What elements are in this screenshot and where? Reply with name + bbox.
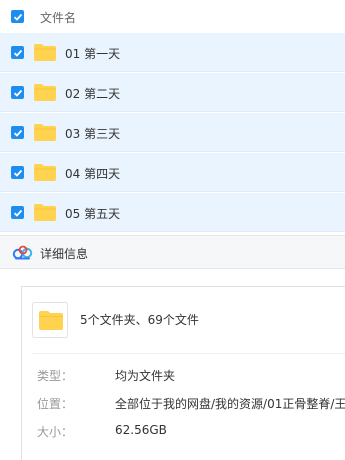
file-row[interactable]: 03 第三天 bbox=[0, 113, 345, 152]
select-all-checkbox[interactable] bbox=[11, 10, 24, 23]
folder-icon bbox=[34, 124, 56, 141]
filename-column-header[interactable]: 文件名 bbox=[40, 9, 76, 26]
file-row[interactable]: 02 第二天 bbox=[0, 73, 345, 112]
selection-summary: 5个文件夹、69个文件 bbox=[80, 313, 199, 327]
file-name[interactable]: 05 第五天 bbox=[65, 205, 120, 222]
detail-panel: 5个文件夹、69个文件 类型： 均为文件夹 位置： 全部位于我的网盘/我的资源/… bbox=[21, 286, 345, 460]
detail-key: 位置： bbox=[37, 397, 74, 411]
file-name[interactable]: 01 第一天 bbox=[65, 45, 120, 62]
baidu-cloud-logo-icon bbox=[12, 245, 33, 260]
detail-key: 大小： bbox=[37, 425, 74, 439]
file-row[interactable]: 05 第五天 bbox=[0, 193, 345, 232]
folder-icon bbox=[34, 44, 56, 61]
divider bbox=[32, 353, 345, 354]
checkmark-icon bbox=[13, 169, 22, 177]
row-checkbox[interactable] bbox=[11, 206, 24, 219]
file-row[interactable]: 04 第四天 bbox=[0, 153, 345, 192]
checkmark-icon bbox=[13, 89, 22, 97]
detail-key: 类型： bbox=[37, 369, 74, 383]
row-checkbox[interactable] bbox=[11, 86, 24, 99]
detail-value: 均为文件夹 bbox=[115, 369, 176, 383]
row-checkbox[interactable] bbox=[11, 46, 24, 59]
folder-icon bbox=[34, 204, 56, 221]
file-row[interactable]: 01 第一天 bbox=[0, 33, 345, 72]
folder-icon bbox=[34, 164, 56, 181]
row-checkbox[interactable] bbox=[11, 126, 24, 139]
detail-value[interactable]: 全部位于我的网盘/我的资源/01正骨整脊/王 bbox=[115, 395, 345, 412]
file-list-header: 文件名 bbox=[0, 0, 345, 33]
row-checkbox[interactable] bbox=[11, 166, 24, 179]
file-name[interactable]: 04 第四天 bbox=[65, 165, 120, 182]
detail-value: 62.56GB bbox=[115, 423, 167, 437]
folder-icon bbox=[34, 84, 56, 101]
detail-header: 详细信息 bbox=[0, 235, 345, 269]
checkmark-icon bbox=[13, 13, 22, 21]
detail-title: 详细信息 bbox=[40, 247, 89, 261]
checkmark-icon bbox=[13, 209, 22, 217]
selection-thumbnail bbox=[32, 302, 68, 338]
file-name[interactable]: 03 第三天 bbox=[65, 125, 120, 142]
checkmark-icon bbox=[13, 129, 22, 137]
file-name[interactable]: 02 第二天 bbox=[65, 85, 120, 102]
checkmark-icon bbox=[13, 49, 22, 57]
folder-icon bbox=[39, 311, 63, 330]
